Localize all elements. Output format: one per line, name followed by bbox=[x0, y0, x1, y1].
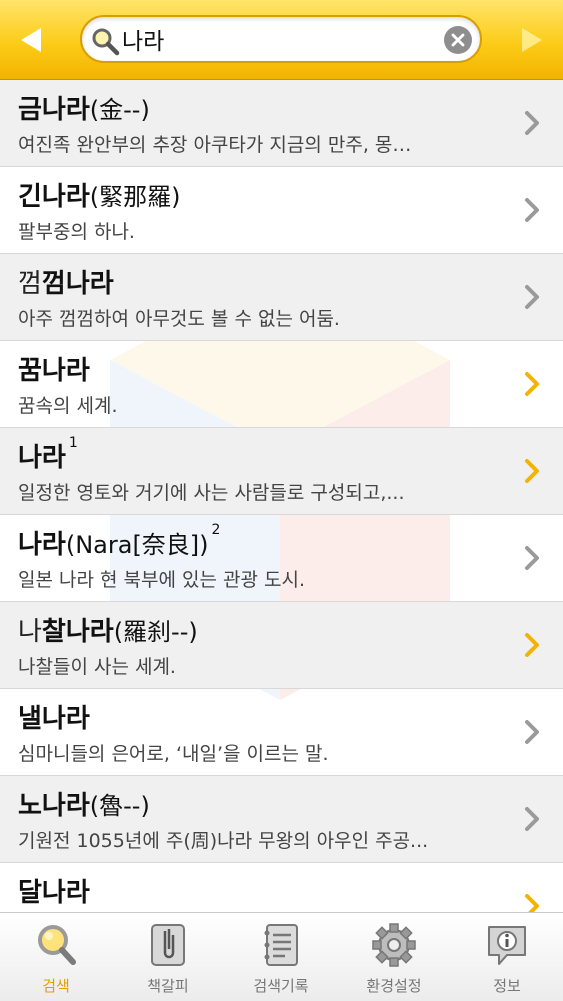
entry-headword: 나라 bbox=[18, 530, 66, 560]
entry-origin: (羅刹--) bbox=[113, 618, 198, 646]
entry-headword: 나라 bbox=[18, 443, 66, 473]
entry-title: 금나라(金--) bbox=[18, 89, 153, 126]
list-item[interactable]: 나라 1 일정한 영토와 거기에 사는 사람들로 구성되고,... bbox=[0, 428, 563, 515]
history-icon bbox=[264, 924, 298, 966]
entry-description: 일정한 영토와 거기에 사는 사람들로 구성되고,... bbox=[18, 482, 405, 504]
tab-label: 검색기록 bbox=[253, 977, 309, 995]
tab-info[interactable]: 정보 bbox=[451, 913, 563, 1001]
entry-homonym-number: 1 bbox=[68, 435, 78, 451]
entry-title: 달나라 bbox=[18, 872, 93, 909]
chevron-right-icon bbox=[525, 459, 539, 483]
bookmark-icon bbox=[151, 924, 185, 966]
entry-headword: 긴나라 bbox=[18, 182, 90, 212]
tab-label: 환경설정 bbox=[366, 977, 422, 995]
forward-arrow-icon[interactable] bbox=[511, 20, 551, 60]
entry-title-prefix: 껌 bbox=[18, 269, 42, 299]
clear-search-button[interactable] bbox=[444, 26, 472, 54]
entry-description: 기원전 1055년에 주(周)나라 무왕의 아우인 주공... bbox=[18, 830, 429, 852]
entry-homonym-number: 2 bbox=[211, 522, 221, 538]
chevron-right-icon bbox=[525, 894, 539, 912]
tab-settings[interactable]: 환경설정 bbox=[338, 913, 450, 1001]
entry-title: 껌껌나라 bbox=[18, 263, 117, 300]
list-item[interactable]: 긴나라(緊那羅) 팔부중의 하나. bbox=[0, 167, 563, 254]
chevron-right-icon bbox=[525, 546, 539, 570]
entry-origin: (Nara[奈良]) bbox=[65, 531, 209, 559]
entry-headword: 달나라 bbox=[18, 878, 90, 908]
search-bar bbox=[80, 15, 482, 63]
entry-headword: 금나라 bbox=[18, 95, 90, 125]
tab-label: 검색 bbox=[42, 977, 70, 995]
entry-title: 나라 1 bbox=[18, 435, 78, 474]
entry-title: 긴나라(緊那羅) bbox=[18, 176, 184, 213]
entry-headword: 껌나라 bbox=[41, 269, 114, 299]
chevron-right-icon bbox=[525, 372, 539, 396]
result-list[interactable]: 금나라(金--) 여진족 완안부의 추장 아쿠타가 지금의 만주, 몽… 긴나라(緊… bbox=[0, 80, 563, 912]
entry-description: 나찰들이 사는 세계. bbox=[18, 656, 176, 678]
chevron-right-icon bbox=[525, 111, 539, 135]
info-icon bbox=[488, 926, 526, 965]
list-item[interactable]: 달나라 bbox=[0, 863, 563, 912]
entry-origin: (緊那羅) bbox=[89, 183, 181, 211]
entry-description: 아주 껌껌하여 아무것도 볼 수 없는 어둠. bbox=[18, 308, 340, 330]
entry-description: 팔부중의 하나. bbox=[18, 221, 135, 243]
gear-icon bbox=[372, 923, 416, 967]
list-item[interactable]: 낼나라심마니들의 은어로, ‘내일’을 이르는 말. bbox=[0, 689, 563, 776]
list-item[interactable]: 껌껌나라아주 껌껌하여 아무것도 볼 수 없는 어둠. bbox=[0, 254, 563, 341]
list-item[interactable]: 나찰나라(羅刹--) 나찰들이 사는 세계. bbox=[0, 602, 563, 689]
search-icon bbox=[38, 925, 76, 965]
entry-title: 나찰나라(羅刹--) bbox=[18, 611, 201, 648]
list-item[interactable]: 금나라(金--) 여진족 완안부의 추장 아쿠타가 지금의 만주, 몽… bbox=[0, 80, 563, 167]
entry-title: 꿈나라 bbox=[18, 350, 93, 387]
list-item[interactable]: 꿈나라꿈속의 세계. bbox=[0, 341, 563, 428]
chevron-right-icon bbox=[525, 198, 539, 222]
entry-title: 나라(Nara[奈良])2 bbox=[18, 522, 221, 561]
entry-description: 여진족 완안부의 추장 아쿠타가 지금의 만주, 몽… bbox=[18, 134, 412, 156]
entry-headword: 노나라 bbox=[18, 791, 90, 821]
list-item[interactable]: 나라(Nara[奈良])2 일본 나라 현 북부에 있는 관광 도시. bbox=[0, 515, 563, 602]
tab-history[interactable]: 검색기록 bbox=[225, 913, 337, 1001]
entry-headword: 낼나라 bbox=[18, 704, 90, 734]
chevron-right-icon bbox=[525, 285, 539, 309]
entry-description: 일본 나라 현 북부에 있는 관광 도시. bbox=[18, 569, 305, 591]
tab-search[interactable]: 검색 bbox=[0, 913, 112, 1001]
entry-title: 노나라(魯--) bbox=[18, 785, 153, 822]
entry-headword: 찰나라 bbox=[41, 617, 114, 647]
tab-bar: 검색 책갈피 검색기록 환경설정 정보 bbox=[0, 912, 563, 1001]
list-item[interactable]: 노나라(魯--) 기원전 1055년에 주(周)나라 무왕의 아우인 주공... bbox=[0, 776, 563, 863]
entry-headword: 꿈나라 bbox=[18, 356, 90, 386]
tab-bookmark[interactable]: 책갈피 bbox=[112, 913, 224, 1001]
entry-title: 낼나라 bbox=[18, 698, 93, 735]
chevron-right-icon bbox=[525, 720, 539, 744]
chevron-right-icon bbox=[525, 633, 539, 657]
entry-title-prefix: 나 bbox=[18, 617, 42, 647]
chevron-right-icon bbox=[525, 807, 539, 831]
entry-origin: (魯--) bbox=[89, 792, 150, 820]
close-icon bbox=[451, 33, 465, 47]
entry-origin: (金--) bbox=[89, 96, 150, 124]
top-bar bbox=[0, 0, 563, 80]
back-arrow-icon[interactable] bbox=[12, 20, 52, 60]
search-input[interactable] bbox=[122, 23, 422, 55]
search-icon bbox=[92, 28, 120, 56]
entry-description: 꿈속의 세계. bbox=[18, 395, 118, 417]
tab-label: 책갈피 bbox=[147, 977, 189, 995]
entry-description: 심마니들의 은어로, ‘내일’을 이르는 말. bbox=[18, 743, 329, 765]
tab-label: 정보 bbox=[493, 977, 521, 995]
